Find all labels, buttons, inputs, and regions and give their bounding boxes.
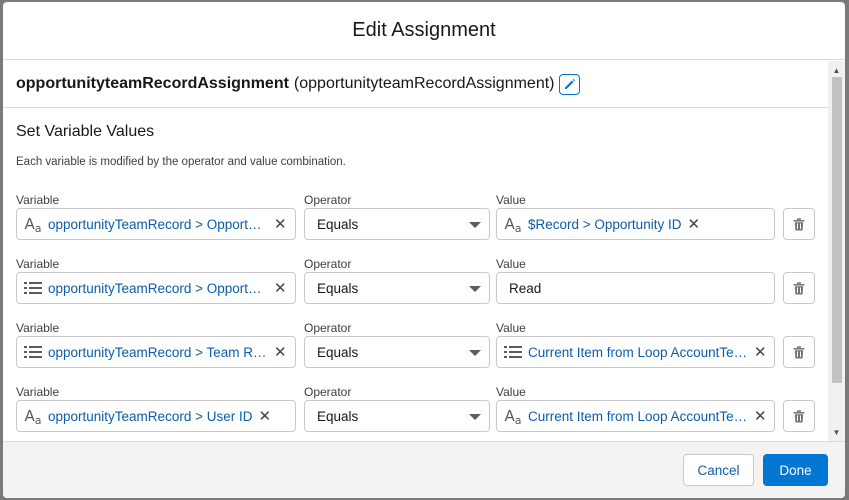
- trash-icon: [793, 409, 805, 422]
- variable-pill-text: opportunityTeamRecord > Opportuni...: [48, 216, 268, 232]
- variable-label: Variable: [16, 257, 60, 271]
- value-text: Read: [509, 281, 542, 296]
- operator-select[interactable]: Equals: [304, 400, 490, 432]
- modal-body-content: opportunityteamRecordAssignment (opportu…: [3, 61, 828, 441]
- text-type-icon: Aa: [504, 407, 522, 427]
- operator-label: Operator: [304, 193, 352, 207]
- variable-pill[interactable]: Aa opportunityTeamRecord > User ID ✕: [20, 404, 275, 428]
- assignment-row: Variable Operator Value opportunityTeamR…: [16, 321, 816, 379]
- done-button[interactable]: Done: [763, 454, 828, 486]
- modal-title: Edit Assignment: [352, 19, 496, 41]
- assignment-row: Variable Operator Value Aa opportunityTe…: [16, 193, 816, 251]
- scroll-down-icon[interactable]: ▼: [828, 425, 845, 439]
- delete-row-button[interactable]: [783, 400, 815, 432]
- element-api-name: opportunityteamRecordAssignment: [16, 75, 289, 92]
- trash-icon: [793, 345, 805, 358]
- value-pill[interactable]: Current Item from Loop AccountTea... ✕: [500, 340, 771, 364]
- operator-value: Equals: [317, 217, 359, 232]
- operator-select[interactable]: Equals: [304, 208, 490, 240]
- operator-select[interactable]: Equals: [304, 272, 490, 304]
- value-label: Value: [496, 257, 526, 271]
- scrollbar-thumb[interactable]: [832, 77, 842, 383]
- remove-icon[interactable]: ✕: [754, 345, 767, 360]
- section-title: Set Variable Values: [16, 123, 155, 140]
- chevron-down-icon: [469, 350, 481, 356]
- picklist-type-icon: [502, 342, 524, 362]
- operator-select[interactable]: Equals: [304, 336, 490, 368]
- value-field[interactable]: Aa $Record > Opportunity ID ✕: [496, 208, 775, 240]
- delete-row-button[interactable]: [783, 272, 815, 304]
- remove-icon[interactable]: ✕: [274, 217, 287, 232]
- section-description: Each variable is modified by the operato…: [16, 156, 346, 168]
- element-label: (opportunityteamRecordAssignment): [293, 75, 555, 92]
- modal-header: Edit Assignment: [3, 2, 845, 60]
- remove-icon[interactable]: ✕: [687, 217, 700, 232]
- value-pill-text: Current Item from Loop AccountTea...: [528, 344, 748, 360]
- value-label: Value: [496, 193, 526, 207]
- edit-assignment-modal: Edit Assignment opportunityteamRecordAss…: [3, 2, 845, 498]
- value-pill[interactable]: Aa $Record > Opportunity ID ✕: [500, 212, 704, 236]
- operator-label: Operator: [304, 321, 352, 335]
- variable-field[interactable]: Aa opportunityTeamRecord > User ID ✕: [16, 400, 296, 432]
- operator-value: Equals: [317, 281, 359, 296]
- modal-footer: Cancel Done: [3, 441, 845, 498]
- value-field[interactable]: Current Item from Loop AccountTea... ✕: [496, 336, 775, 368]
- picklist-type-icon: [22, 342, 44, 362]
- text-type-icon: Aa: [24, 407, 42, 427]
- chevron-down-icon: [469, 222, 481, 228]
- operator-label: Operator: [304, 385, 352, 399]
- cancel-button[interactable]: Cancel: [683, 454, 754, 486]
- value-label: Value: [496, 321, 526, 335]
- variable-label: Variable: [16, 321, 60, 335]
- text-type-icon: Aa: [504, 215, 522, 235]
- trash-icon: [793, 281, 805, 294]
- edit-element-button[interactable]: [559, 73, 581, 95]
- variable-pill[interactable]: opportunityTeamRecord > Team Role ✕: [20, 340, 291, 364]
- chevron-down-icon: [469, 414, 481, 420]
- picklist-type-icon: [22, 278, 44, 298]
- value-pill-text: Current Item from Loop AccountTea...: [528, 408, 748, 424]
- variable-label: Variable: [16, 385, 60, 399]
- chevron-down-icon: [469, 286, 481, 292]
- assignment-row: Variable Operator Value Aa opportunityTe…: [16, 385, 816, 441]
- delete-row-button[interactable]: [783, 208, 815, 240]
- remove-icon[interactable]: ✕: [754, 409, 767, 424]
- operator-value: Equals: [317, 345, 359, 360]
- delete-row-button[interactable]: [783, 336, 815, 368]
- value-label: Value: [496, 385, 526, 399]
- scroll-up-icon[interactable]: ▲: [828, 63, 845, 77]
- value-field[interactable]: Aa Current Item from Loop AccountTea... …: [496, 400, 775, 432]
- pencil-icon: [564, 79, 575, 89]
- remove-icon[interactable]: ✕: [274, 281, 287, 296]
- remove-icon[interactable]: ✕: [258, 409, 271, 424]
- element-header: opportunityteamRecordAssignment (opportu…: [3, 61, 828, 108]
- variable-label: Variable: [16, 193, 60, 207]
- value-pill-text: $Record > Opportunity ID: [528, 216, 682, 232]
- variable-pill[interactable]: opportunityTeamRecord > Opportuni... ✕: [20, 276, 291, 300]
- variable-pill-text: opportunityTeamRecord > User ID: [48, 408, 253, 424]
- trash-icon: [793, 217, 805, 230]
- value-pill[interactable]: Aa Current Item from Loop AccountTea... …: [500, 404, 771, 428]
- variable-field[interactable]: opportunityTeamRecord > Opportuni... ✕: [16, 272, 296, 304]
- operator-label: Operator: [304, 257, 352, 271]
- variable-pill-text: opportunityTeamRecord > Opportuni...: [48, 280, 268, 296]
- variable-field[interactable]: opportunityTeamRecord > Team Role ✕: [16, 336, 296, 368]
- text-type-icon: Aa: [24, 215, 42, 235]
- operator-value: Equals: [317, 409, 359, 424]
- variable-pill[interactable]: Aa opportunityTeamRecord > Opportuni... …: [20, 212, 291, 236]
- vertical-scrollbar[interactable]: ▲ ▼: [828, 61, 845, 441]
- variable-pill-text: opportunityTeamRecord > Team Role: [48, 344, 268, 360]
- value-input[interactable]: Read: [496, 272, 775, 304]
- remove-icon[interactable]: ✕: [274, 345, 287, 360]
- variable-field[interactable]: Aa opportunityTeamRecord > Opportuni... …: [16, 208, 296, 240]
- assignment-row: Variable Operator Value opportunityTeamR…: [16, 257, 816, 315]
- modal-body: opportunityteamRecordAssignment (opportu…: [3, 61, 845, 441]
